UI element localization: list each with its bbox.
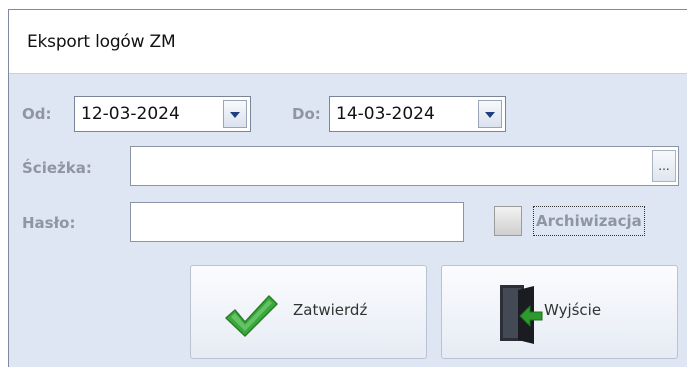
path-input[interactable]: ... <box>130 146 679 186</box>
confirm-label: Zatwierdź <box>293 301 368 319</box>
browse-button[interactable]: ... <box>652 150 676 182</box>
archiwizacja-label[interactable]: Archiwizacja <box>533 206 645 236</box>
sciezka-label: Ścieżka: <box>22 159 92 177</box>
do-date-picker[interactable]: 14-03-2024 <box>329 96 506 132</box>
od-date-value: 12-03-2024 <box>81 104 180 124</box>
exit-button[interactable]: Wyjście <box>441 265 678 359</box>
export-logs-dialog: Eksport logów ZM Od: 12-03-2024 Do: 14-0… <box>8 9 687 367</box>
password-input[interactable] <box>130 202 464 242</box>
od-dropdown-button[interactable] <box>223 100 247 128</box>
chevron-down-icon <box>230 112 240 118</box>
dialog-title: Eksport logów ZM <box>27 32 176 52</box>
exit-label: Wyjście <box>544 301 602 319</box>
haslo-label: Hasło: <box>22 214 76 232</box>
do-dropdown-button[interactable] <box>478 100 502 128</box>
archiwizacja-checkbox[interactable] <box>494 206 522 236</box>
confirm-button[interactable]: Zatwierdź <box>190 265 427 359</box>
exit-door-icon <box>500 285 543 344</box>
do-label: Do: <box>292 105 321 123</box>
checkmark-icon <box>225 295 278 337</box>
od-label: Od: <box>22 105 52 123</box>
do-date-value: 14-03-2024 <box>336 104 435 124</box>
chevron-down-icon <box>485 112 495 118</box>
title-bar: Eksport logów ZM <box>9 10 687 74</box>
od-date-picker[interactable]: 12-03-2024 <box>74 96 251 132</box>
